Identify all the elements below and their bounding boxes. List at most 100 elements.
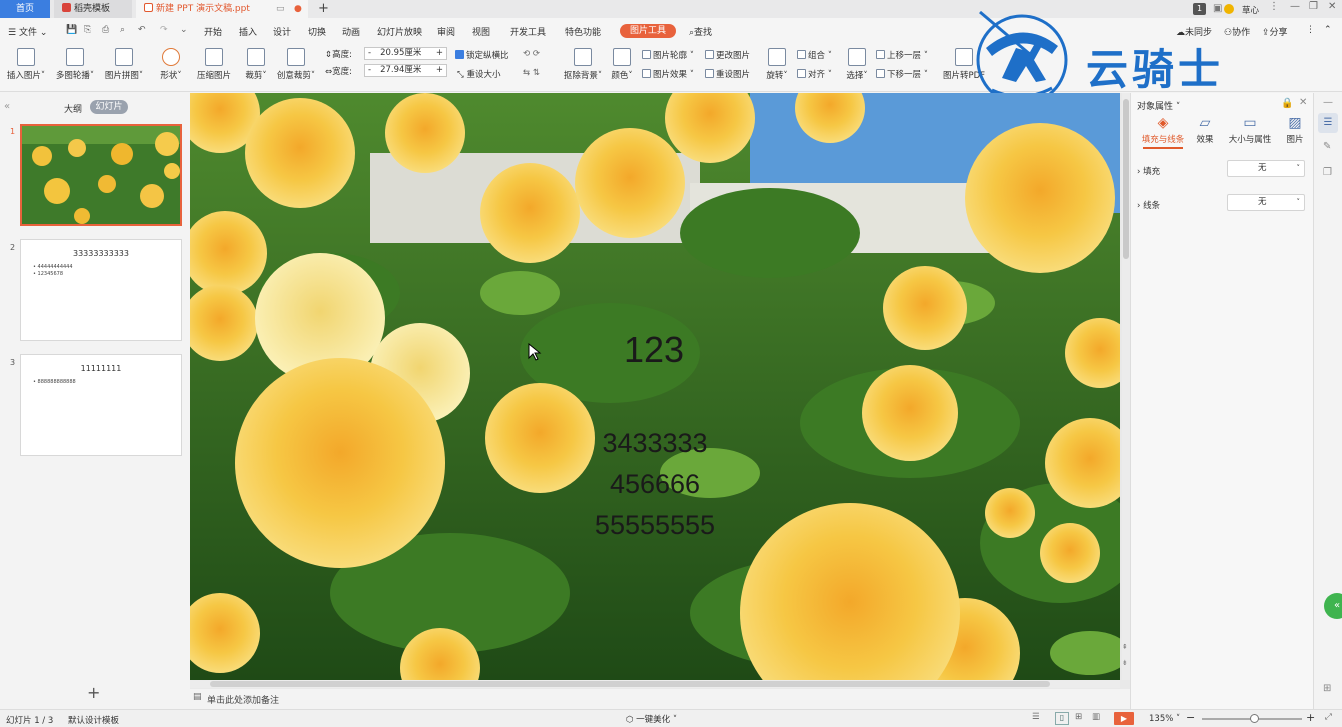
save-icon[interactable]: 💾 (66, 25, 77, 35)
collapse-panel-icon[interactable]: « (4, 101, 10, 112)
play-slideshow-icon[interactable]: ▶ (1114, 712, 1134, 725)
vertical-scrollbar[interactable]: ⇞ ⇟ (1122, 93, 1130, 680)
zoom-in-icon[interactable]: + (1306, 711, 1315, 724)
rotate-left-icon[interactable]: ⟲ ⟳ (523, 49, 540, 59)
notes-toggle-icon[interactable]: ☰ (1032, 712, 1040, 722)
reset-size-button[interactable]: ⤡ 重设大小 (457, 68, 501, 80)
tab-document[interactable]: 新建 PPT 演示文稿.ppt ▭ ● (136, 0, 308, 18)
undo-icon[interactable]: ↶ (138, 25, 146, 35)
zoom-slider[interactable] (1202, 714, 1302, 723)
collapse-ribbon-icon[interactable]: ⌃ (1324, 25, 1332, 35)
zoom-level[interactable]: 135% ˅ (1149, 714, 1180, 724)
slide-thumbnail-3[interactable]: 11111111 • 888888888888 (20, 354, 182, 456)
menu-view[interactable]: 视图 (472, 25, 490, 38)
rotate-button[interactable]: 旋转˅ (764, 48, 790, 81)
tab-slides[interactable]: 幻灯片 (90, 100, 128, 114)
tab-effect[interactable]: ▱ 效果 (1189, 115, 1221, 145)
tab-fill-line[interactable]: ◈ 填充与线条 (1137, 115, 1189, 149)
zoom-slider-thumb[interactable] (1250, 714, 1259, 723)
group-button[interactable]: 组合 ˅ (797, 49, 832, 61)
horizontal-scroll-thumb[interactable] (210, 681, 1050, 687)
vertical-scroll-thumb[interactable] (1123, 99, 1129, 259)
multi-outline-button[interactable]: 多图轮播˅ (55, 48, 95, 81)
picture-outline-button[interactable]: 图片轮廓 ˅ (642, 49, 694, 61)
compress-button[interactable]: 压缩图片 (195, 48, 233, 81)
tab-picture-tools[interactable]: 图片工具 (620, 24, 676, 38)
template-name[interactable]: 默认设计模板 (68, 714, 119, 726)
color-button[interactable]: 颜色˅ (610, 48, 634, 81)
change-picture-button[interactable]: 更改图片 (705, 49, 750, 61)
slide-thumbnail-2[interactable]: 33333333333 • 44444444444 • 12345678 (20, 239, 182, 341)
quick-access-dropdown-icon[interactable]: ⌄ (180, 25, 188, 35)
align-button[interactable]: 对齐 ˅ (797, 68, 832, 80)
menu-transition[interactable]: 切换 (308, 25, 326, 38)
lock-ratio-checkbox[interactable]: 锁定纵横比 (455, 49, 509, 61)
search-button[interactable]: ⌕查找 (689, 25, 712, 38)
collage-button[interactable]: 图片拼图˅ (103, 48, 145, 81)
flip-icon[interactable]: ⇆ ⇅ (523, 68, 540, 78)
crop-button[interactable]: 裁剪˅ (243, 48, 269, 81)
slide-1[interactable]: 123 3433333 456666 55555555 (190, 93, 1120, 680)
close-icon[interactable]: ✕ (1328, 1, 1336, 12)
menu-design[interactable]: 设计 (273, 25, 291, 38)
assistant-icon[interactable]: « (1324, 593, 1342, 619)
redo-icon[interactable]: ↷ (160, 25, 168, 35)
slide-body[interactable]: 3433333 456666 55555555 (550, 423, 760, 546)
height-value[interactable]: 20.95厘米 (371, 48, 421, 58)
add-slide-button[interactable]: + (87, 683, 100, 702)
next-slide-icon[interactable]: ⇟ (1122, 659, 1128, 667)
export-icon[interactable]: ⎘ (84, 25, 91, 35)
panel-title[interactable]: 对象属性 ˅ (1137, 99, 1180, 112)
height-spinner[interactable]: -20.95厘米 + (364, 47, 447, 60)
horizontal-scrollbar[interactable] (190, 680, 1120, 688)
menu-features[interactable]: 特色功能 (565, 25, 601, 38)
file-menu[interactable]: ☰ 文件 ⌄ (8, 25, 47, 38)
tab-size-attributes[interactable]: ▭ 大小与属性 (1225, 115, 1275, 145)
insert-picture-button[interactable]: 插入图片˅ (6, 48, 46, 81)
menu-review[interactable]: 审阅 (437, 25, 455, 38)
bring-forward-button[interactable]: 上移一层 ˅ (876, 49, 928, 61)
preview-icon[interactable]: ⌕ (120, 25, 125, 35)
tab-home[interactable]: 首页 (0, 0, 50, 18)
height-increment[interactable]: + (436, 48, 443, 59)
slide-sorter-icon[interactable]: ⊞ (1075, 712, 1082, 722)
menu-animation[interactable]: 动画 (342, 25, 360, 38)
lock-icon[interactable]: 🔒 (1281, 98, 1293, 109)
menu-slideshow[interactable]: 幻灯片放映 (377, 25, 422, 38)
width-increment[interactable]: + (436, 65, 443, 76)
new-tab-button[interactable]: + (318, 0, 329, 17)
tab-monitor-icon[interactable]: ▭ (276, 0, 285, 18)
width-value[interactable]: 27.94厘米 (371, 65, 421, 75)
collapse-sidebar-icon[interactable]: — (1323, 97, 1333, 108)
line-select[interactable]: 无 ˅ (1227, 194, 1305, 211)
menu-insert[interactable]: 插入 (239, 25, 257, 38)
select-button[interactable]: 选择˅ (844, 48, 870, 81)
slide-thumbnail-1[interactable] (20, 124, 182, 226)
copy-icon[interactable]: ❐ (1323, 167, 1332, 178)
fill-section-toggle[interactable]: › 填充 (1137, 165, 1160, 177)
notes-area[interactable]: ▤ 单击此处添加备注 (190, 689, 1130, 709)
normal-view-icon[interactable]: ▯ (1055, 712, 1069, 725)
close-panel-icon[interactable]: ✕ (1299, 97, 1307, 108)
prev-slide-icon[interactable]: ⇞ (1122, 643, 1128, 651)
line-section-toggle[interactable]: › 线条 (1137, 199, 1160, 211)
beautify-button[interactable]: ⬡ 一键美化 ˅ (626, 713, 677, 725)
tab-outline[interactable]: 大纲 (64, 102, 82, 115)
fit-window-icon[interactable]: ⤢ (1325, 712, 1332, 722)
pin-icon[interactable]: ✎ (1323, 141, 1331, 152)
print-icon[interactable]: ⎙ (102, 25, 109, 35)
minimize-icon[interactable]: — (1290, 1, 1300, 12)
zoom-out-icon[interactable]: − (1186, 711, 1195, 724)
fill-select[interactable]: 无 ˅ (1227, 160, 1305, 177)
send-backward-button[interactable]: 下移一层 ˅ (876, 68, 928, 80)
grid-icon[interactable]: ⊞ (1323, 683, 1331, 694)
tab-template[interactable]: 稻壳模板 (54, 0, 132, 18)
notes-placeholder[interactable]: 单击此处添加备注 (207, 693, 279, 706)
creative-crop-button[interactable]: 创意裁剪˅ (276, 48, 316, 81)
rose-photo-image[interactable] (190, 93, 1120, 680)
properties-icon[interactable]: ☰ (1318, 113, 1338, 133)
more-icon[interactable]: ⋮ (1306, 25, 1315, 35)
menu-developer[interactable]: 开发工具 (510, 25, 546, 38)
remove-background-button[interactable]: 抠除背景˅ (561, 48, 605, 81)
slide-title[interactable]: 123 (554, 329, 754, 371)
